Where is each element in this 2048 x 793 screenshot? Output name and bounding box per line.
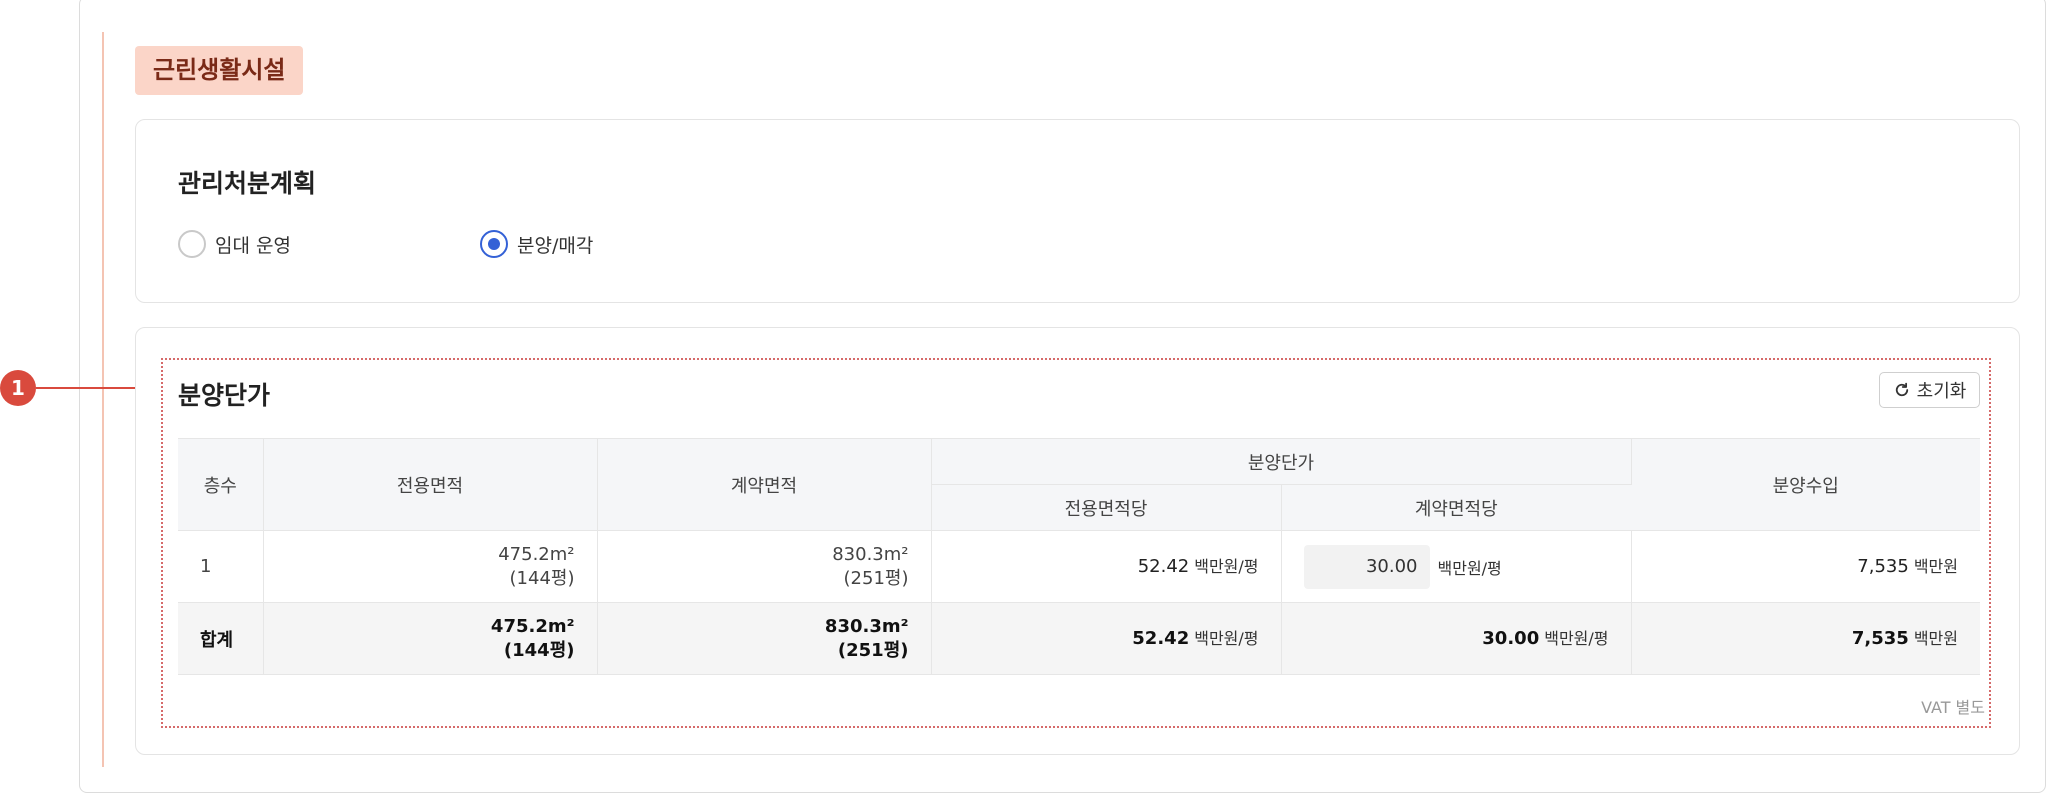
cell-total-exclusive-area: 475.2m² (144평) [263,602,598,675]
contract-area-m2: 830.3m² [832,543,909,565]
total-row: 합계 475.2m² (144평) 830.3m² (251평) 52.42 백만… [178,602,1980,675]
cell-revenue: 7,535 백만원 [1631,530,1980,603]
radio-rental[interactable]: 임대 운영 [178,230,291,258]
annotation-marker: 1 [0,370,36,406]
section-tag: 근린생활시설 [135,46,304,95]
plan-title: 관리처분계획 [178,169,317,198]
unit-label: 백만원/평 [1544,628,1609,648]
revenue-value: 7,535 [1857,555,1909,577]
header-floor: 층수 [178,438,264,531]
cell-total-per-exclusive: 52.42 백만원/평 [931,602,1282,675]
accent-line [102,32,104,767]
contract-area-pyeong: (251평) [843,567,909,589]
total-exclusive-area-m2: 475.2m² [490,615,575,637]
vat-note: VAT 별도 [1921,698,1985,717]
cell-per-exclusive: 52.42 백만원/평 [931,530,1282,603]
exclusive-area-pyeong: (144평) [509,567,575,589]
cell-total-contract-area: 830.3m² (251평) [597,602,932,675]
price-title: 분양단가 [178,381,271,410]
cell-contract-area: 830.3m² (251평) [597,530,932,603]
reset-button[interactable]: 초기화 [1879,372,1980,408]
unit-label: 백만원/평 [1194,628,1259,648]
header-revenue: 분양수입 [1631,438,1980,531]
radio-rental-label: 임대 운영 [215,234,291,257]
cell-exclusive-area: 475.2m² (144평) [263,530,598,603]
per-contract-input[interactable] [1303,544,1430,589]
per-exclusive-value: 52.42 [1137,555,1190,577]
header-unit-price: 분양단가 [931,438,1632,485]
radio-rental-circle[interactable] [178,230,206,258]
header-contract-area: 계약면적 [597,438,932,531]
cell-total-label: 합계 [178,602,264,675]
radio-sale-circle[interactable] [480,230,508,258]
reset-label: 초기화 [1916,381,1967,402]
plan-card: 관리처분계획 임대 운영 분양/매각 [135,119,2020,303]
refresh-icon [1895,382,1908,397]
header-per-contract: 계약면적당 [1281,484,1631,531]
radio-sale-label: 분양/매각 [517,234,594,257]
price-card: 분양단가 초기화 층수 전용면적 계약면적 분양단가 분양수입 전용면적당 계약… [135,327,2020,755]
cell-floor: 1 [178,530,264,603]
total-exclusive-area-pyeong: (144평) [503,639,575,661]
exclusive-area-m2: 475.2m² [498,543,575,565]
unit-label: 백만원 [1913,556,1958,576]
total-contract-area-m2: 830.3m² [824,615,909,637]
unit-label: 백만원 [1913,628,1958,648]
cell-total-revenue: 7,535 백만원 [1631,602,1980,675]
header-per-exclusive: 전용면적당 [931,484,1282,531]
cell-total-per-contract: 30.00 백만원/평 [1281,602,1632,675]
unit-label: 백만원/평 [1194,556,1259,576]
table-row: 1 475.2m² (144평) 830.3m² (251평) 52.42 백만원… [178,530,1980,603]
price-table: 층수 전용면적 계약면적 분양단가 분양수입 전용면적당 계약면적당 1 475… [178,438,1980,675]
radio-sale[interactable]: 분양/매각 [480,230,593,258]
header-exclusive-area: 전용면적 [263,438,598,531]
total-per-contract-value: 30.00 [1482,627,1540,649]
cell-per-contract: 백만원/평 [1281,530,1632,603]
total-per-exclusive-value: 52.42 [1132,627,1190,649]
unit-label: 백만원/평 [1437,558,1502,578]
total-revenue-value: 7,535 [1851,627,1909,649]
total-contract-area-pyeong: (251평) [837,639,909,661]
